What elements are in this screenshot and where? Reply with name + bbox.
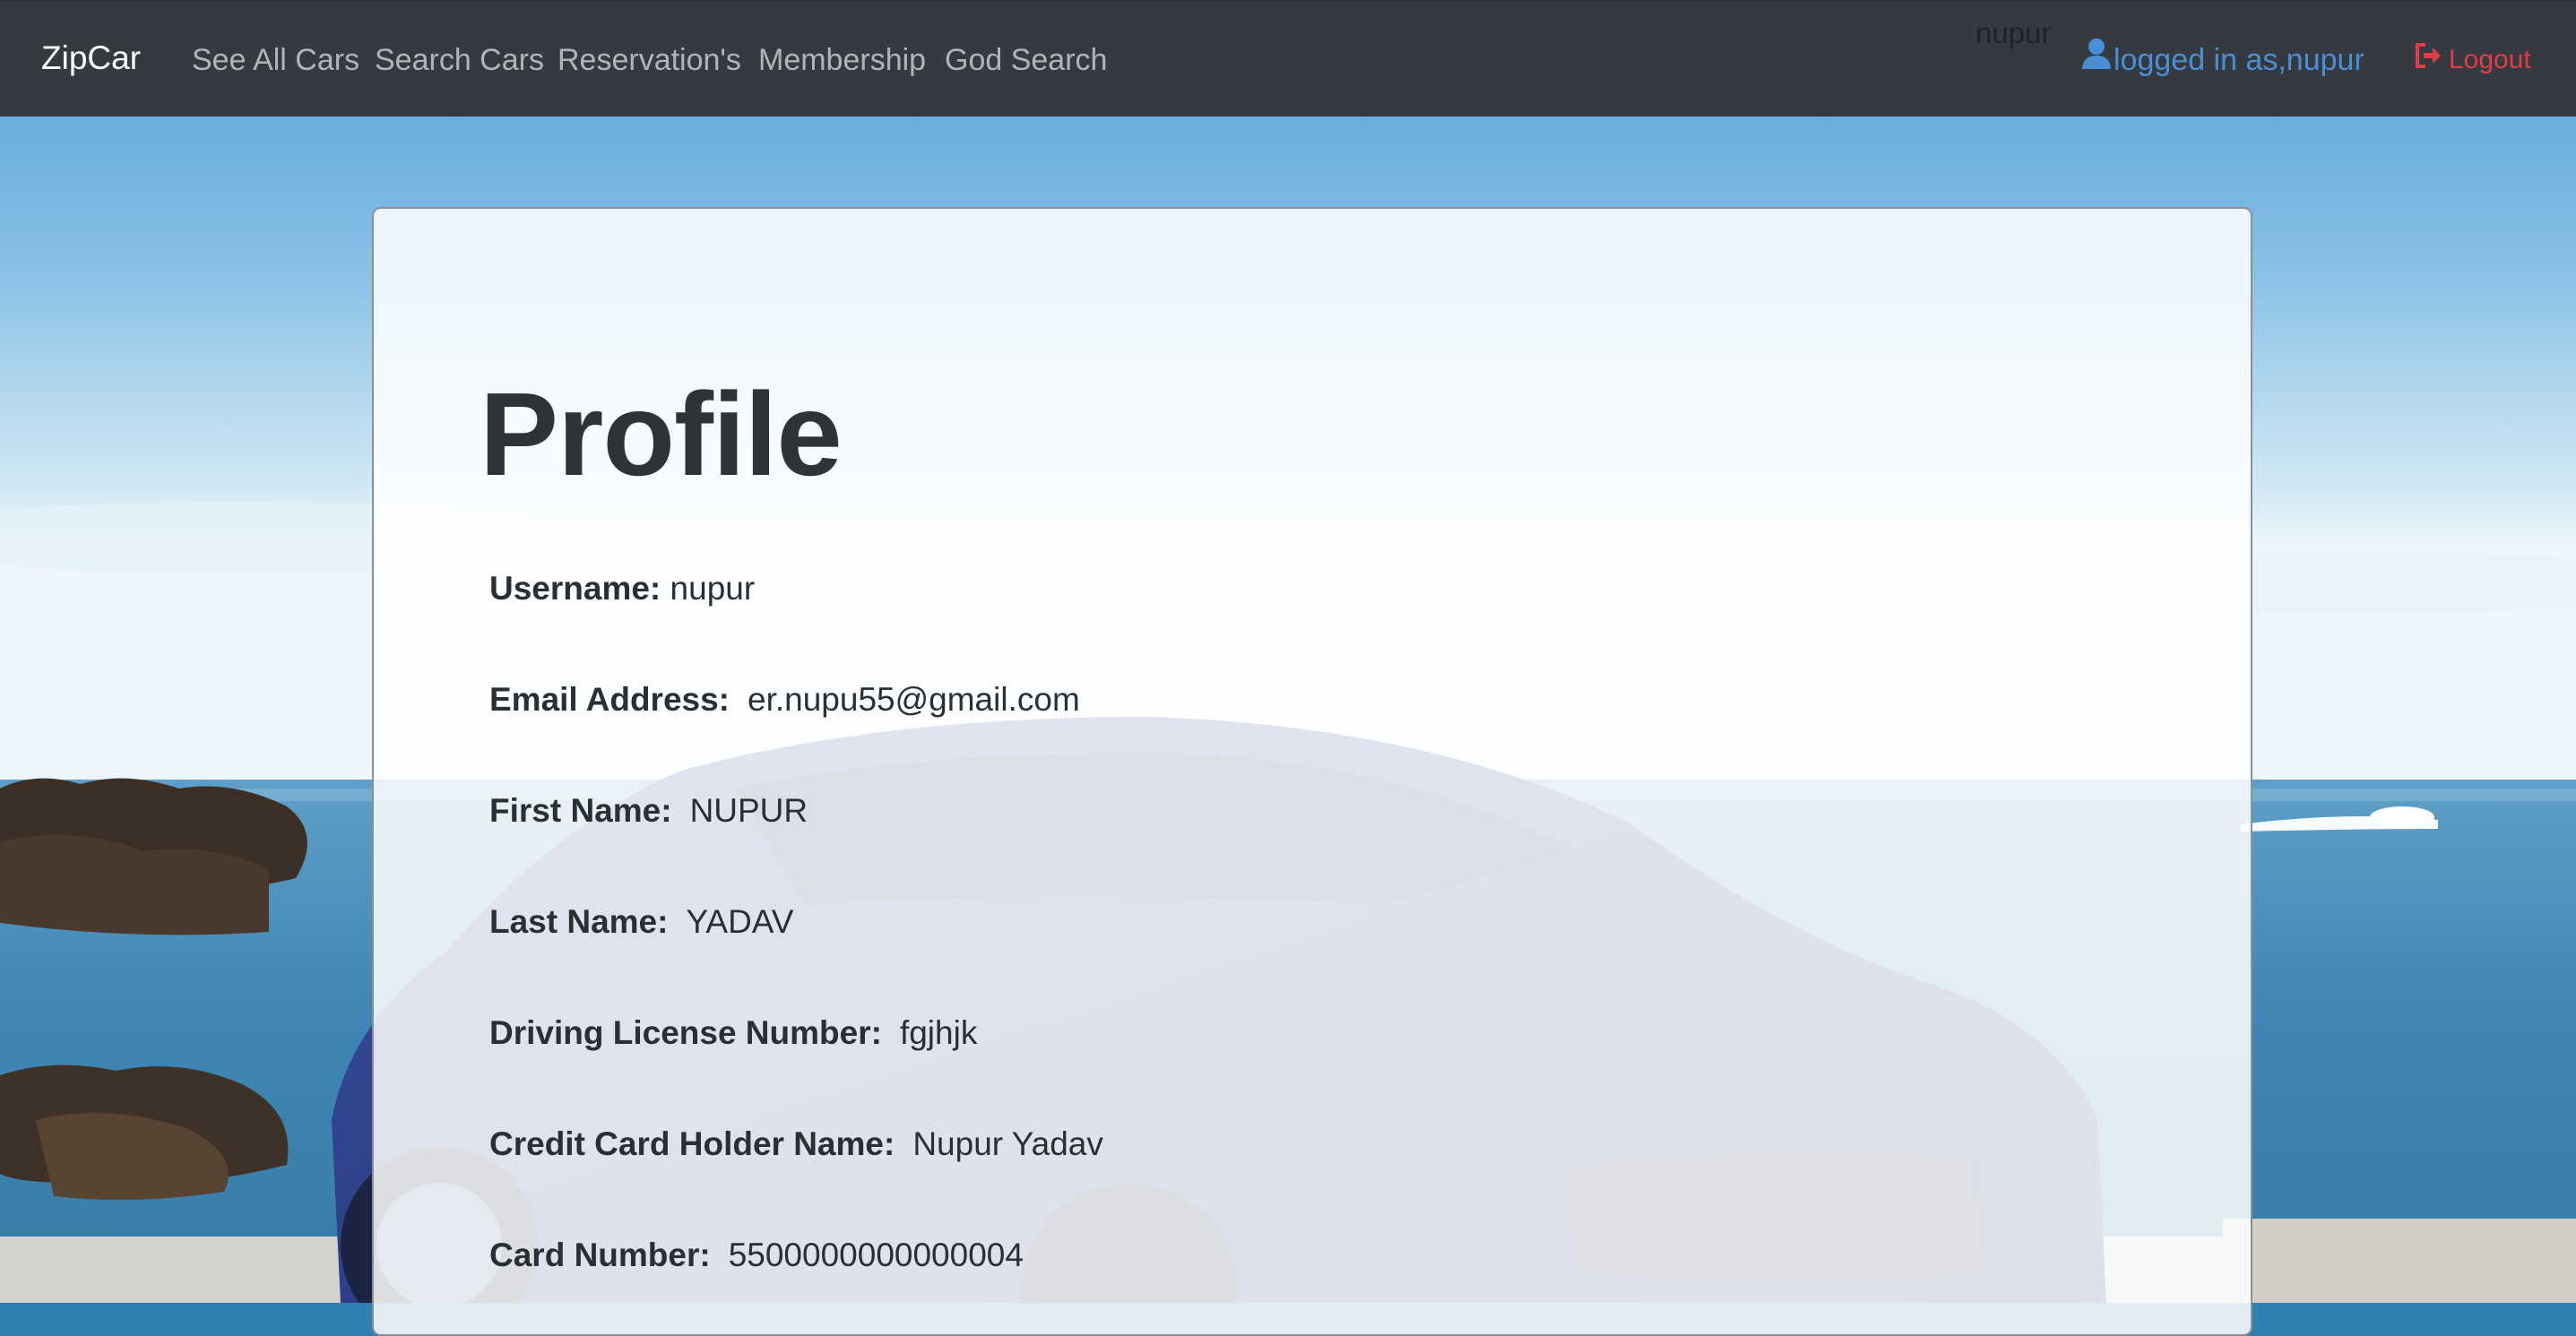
profile-field-username: Username: nupur (489, 568, 755, 609)
logged-in-user-label: logged in as,nupur (2114, 43, 2364, 77)
profile-field-last-name: Last Name: YADAV (489, 901, 793, 943)
field-value: NUPUR (689, 792, 808, 829)
field-label: Last Name: (489, 903, 669, 940)
profile-field-first-name: First Name: NUPUR (489, 790, 808, 832)
logged-in-user-link[interactable]: logged in as,nupur (2081, 38, 2364, 81)
field-label: Card Number: (489, 1237, 711, 1273)
logout-button[interactable]: Logout (2415, 41, 2531, 79)
page-title: Profile (480, 368, 843, 500)
nav-link-search-cars[interactable]: Search Cars (375, 39, 544, 81)
nav-link-membership[interactable]: Membership (758, 39, 926, 81)
field-label: Credit Card Holder Name: (489, 1125, 895, 1162)
brand-logo-link[interactable]: ZipCar (41, 38, 141, 79)
nav-link-see-all-cars[interactable]: See All Cars (192, 39, 359, 81)
field-value: 5500000000000004 (728, 1237, 1024, 1273)
field-value: er.nupu55@gmail.com (748, 681, 1080, 718)
profile-field-card-holder-name: Credit Card Holder Name: Nupur Yadav (489, 1124, 1103, 1165)
profile-field-card-number: Card Number: 5500000000000004 (489, 1235, 1024, 1276)
navbar-username-text: nupur (1975, 16, 2052, 49)
nav-link-god-search[interactable]: God Search (945, 39, 1107, 81)
user-icon (2081, 38, 2114, 81)
profile-field-email: Email Address: er.nupu55@gmail.com (489, 679, 1080, 720)
field-label: Driving License Number: (489, 1014, 882, 1051)
field-label: First Name: (489, 792, 672, 829)
field-label: Username: (489, 570, 661, 607)
field-value: nupur (670, 570, 756, 607)
field-value: Nupur Yadav (912, 1125, 1103, 1162)
logout-icon (2415, 41, 2449, 79)
nav-link-reservations[interactable]: Reservation's (558, 39, 741, 81)
field-value: YADAV (686, 903, 794, 940)
top-navbar: ZipCar See All Cars Search Cars Reservat… (0, 0, 2576, 116)
field-label: Email Address: (489, 681, 730, 718)
field-value: fgjhjk (899, 1014, 978, 1051)
profile-field-driving-license: Driving License Number: fgjhjk (489, 1013, 977, 1054)
logout-label: Logout (2449, 45, 2531, 74)
